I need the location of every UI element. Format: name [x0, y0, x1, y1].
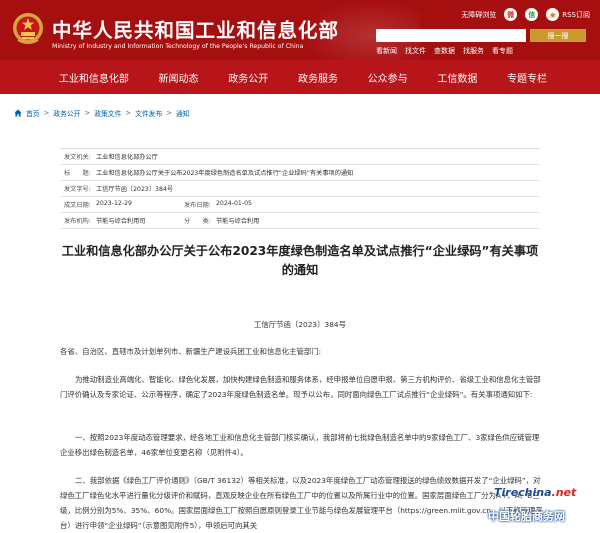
nav-item-ministry[interactable]: 工业和信息化部 [59, 70, 129, 85]
home-icon [14, 109, 22, 117]
weibo-link[interactable]: 微 [504, 8, 518, 21]
main-nav: 工业和信息化部 新闻动态 政务公开 政务服务 公众参与 工信数据 专题专栏 [0, 60, 600, 94]
rss-label: RSS订阅 [562, 10, 590, 19]
quick-link-news[interactable]: 看新闻 [376, 46, 397, 56]
quick-link-services[interactable]: 找服务 [463, 46, 484, 56]
meta-title: 工业和信息化部办公厅关于公布2023年度绿色制造名单及试点推行“企业绿码”有关事… [96, 170, 354, 177]
meta-row-dates: 成文日期: 2023-12-29 发布日期: 2024-01-05 [60, 197, 540, 213]
breadcrumb-separator: > [166, 109, 172, 117]
national-emblem-icon [13, 13, 43, 44]
top-links: 无障碍浏览 微 信 ◉ RSS订阅 [461, 8, 590, 21]
breadcrumb-policy-files[interactable]: 政策文件 [94, 108, 121, 118]
meta-date-cell: 成文日期: 2023-12-29 [64, 200, 184, 209]
nav-item-data[interactable]: 工信数据 [437, 70, 477, 85]
meta-class-cell: 分 类: 节能与综合利用 [184, 216, 304, 225]
breadcrumb-public-affairs[interactable]: 政务公开 [53, 108, 80, 118]
rss-icon: ◉ [546, 8, 560, 21]
article-doc-number: 工信厅节函〔2023〕384号 [253, 320, 347, 329]
meta-pubdate: 2024-01-05 [216, 200, 252, 207]
meta-class: 节能与综合利用 [216, 218, 260, 225]
meta-row-category: 发布机构: 节能与综合利用司 分 类: 节能与综合利用 [60, 213, 540, 229]
meta-label: 发文字号: [64, 186, 91, 193]
accessibility-link[interactable]: 无障碍浏览 [461, 10, 496, 20]
quick-link-files[interactable]: 找文件 [405, 46, 426, 56]
meta-category-cell: 发布机构: 节能与综合利用司 [64, 216, 184, 225]
search-input[interactable] [376, 29, 526, 42]
meta-category: 节能与综合利用司 [96, 218, 146, 225]
breadcrumb-notice[interactable]: 通知 [176, 108, 190, 118]
watermark-logo-main: Tirechina [494, 486, 552, 499]
weibo-icon: 微 [504, 8, 518, 21]
nav-item-services[interactable]: 政务服务 [298, 70, 338, 85]
site-header: 中华人民共和国工业和信息化部 Ministry of Industry and … [0, 0, 600, 60]
rss-link[interactable]: ◉ RSS订阅 [546, 8, 590, 21]
article-title: 工业和信息化部办公厅关于公布2023年度绿色制造名单及试点推行“企业绿码”有关事… [61, 244, 539, 277]
meta-pubdate-cell: 发布日期: 2024-01-05 [184, 200, 304, 209]
breadcrumb-home[interactable]: 首页 [26, 108, 40, 118]
breadcrumb-file-release[interactable]: 文件发布 [135, 108, 162, 118]
nav-item-topics[interactable]: 专题专栏 [507, 70, 547, 85]
wechat-icon: 信 [525, 8, 539, 21]
wechat-link[interactable]: 信 [525, 8, 539, 21]
quick-link-data[interactable]: 查数据 [434, 46, 455, 56]
breadcrumb-separator: > [84, 109, 91, 117]
meta-label: 分 类: [184, 218, 211, 225]
article-recipients: 各省、自治区、直辖市及计划单列市、新疆生产建设兵团工业和信息化主管部门: [60, 347, 322, 356]
meta-row-title: 标 题: 工业和信息化部办公厅关于公布2023年度绿色制造名单及试点推行“企业绿… [60, 165, 540, 181]
watermark-logo-suffix: .net [551, 486, 577, 499]
meta-label: 发文机关: [64, 154, 91, 161]
site-subtitle: Ministry of Industry and Information Tec… [52, 43, 304, 50]
article-paragraph: 二、我部依据《绿色工厂评价通则》（GB/T 36132）等相关标准，以及2023… [60, 476, 543, 530]
search-button[interactable]: 搜一搜 [530, 29, 586, 42]
meta-label: 成文日期: [64, 202, 91, 209]
watermark-logo: Tirechina.net [494, 486, 576, 499]
article-paragraph: 为推动制造业高端化、智能化、绿色化发展，加快构建绿色制造和服务体系，经申报单位自… [60, 375, 541, 399]
site-title: 中华人民共和国工业和信息化部 [52, 19, 340, 42]
meta-docno: 工信厅节函〔2023〕384号 [96, 186, 174, 193]
nav-item-news[interactable]: 新闻动态 [159, 70, 199, 85]
meta-label: 发布日期: [184, 202, 211, 209]
breadcrumb: 首页 > 政务公开 > 政策文件 > 文件发布 > 通知 [14, 108, 190, 118]
meta-row-issuer: 发文机关: 工业和信息化部办公厅 [60, 149, 540, 165]
watermark: Tirechina.net 中国轮胎商务网 [488, 486, 596, 530]
breadcrumb-separator: > [125, 109, 132, 117]
document-metadata: 发文机关: 工业和信息化部办公厅 标 题: 工业和信息化部办公厅关于公布2023… [60, 148, 540, 229]
quick-links: 看新闻 找文件 查数据 找服务 看专题 [376, 46, 513, 56]
meta-row-docno: 发文字号: 工信厅节函〔2023〕384号 [60, 181, 540, 197]
meta-label: 标 题: [64, 170, 91, 177]
quick-link-topics[interactable]: 看专题 [492, 46, 513, 56]
nav-item-public-affairs[interactable]: 政务公开 [228, 70, 268, 85]
breadcrumb-separator: > [43, 109, 50, 117]
meta-issuer: 工业和信息化部办公厅 [96, 154, 158, 161]
article-paragraph: 一、按照2023年度动态管理要求，经各地工业和信息化主管部门核实确认，我部将前七… [60, 433, 540, 457]
watermark-text: 中国轮胎商务网 [488, 510, 565, 523]
meta-label: 发布机构: [64, 218, 91, 225]
nav-item-participation[interactable]: 公众参与 [368, 70, 408, 85]
accessibility-label: 无障碍浏览 [461, 10, 497, 19]
meta-date: 2023-12-29 [96, 200, 132, 207]
